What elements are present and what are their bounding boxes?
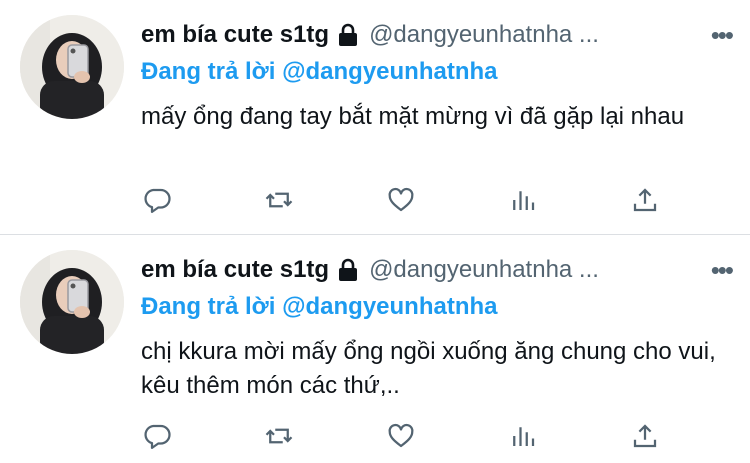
action-bar — [141, 420, 661, 452]
mention-link[interactable]: @dangyeunhatnha — [282, 293, 497, 320]
tweet-content: em bía cute s1tg @dangyeunhatnha ... •••… — [141, 251, 734, 403]
analytics-icon[interactable] — [507, 420, 539, 452]
heart-icon[interactable] — [385, 420, 417, 452]
more-options-icon[interactable]: ••• — [711, 257, 734, 283]
tweet-header: em bía cute s1tg @dangyeunhatnha ... ••• — [141, 251, 734, 289]
tweet-text: chị kkura mời mấy ổng ngồi xuống ăng chu… — [141, 338, 716, 399]
reply-icon[interactable] — [141, 420, 173, 452]
tweet-2[interactable]: em bía cute s1tg @dangyeunhatnha ... •••… — [0, 0, 750, 463]
lock-icon — [337, 258, 359, 282]
retweet-icon[interactable] — [263, 420, 295, 452]
avatar[interactable] — [20, 250, 124, 354]
user-handle[interactable]: @dangyeunhatnha ... — [369, 256, 697, 284]
replying-label: Đang trả lời — [141, 293, 276, 320]
share-icon[interactable] — [629, 420, 661, 452]
replying-to: Đang trả lời @dangyeunhatnha — [141, 289, 732, 325]
display-name[interactable]: em bía cute s1tg — [141, 256, 329, 284]
